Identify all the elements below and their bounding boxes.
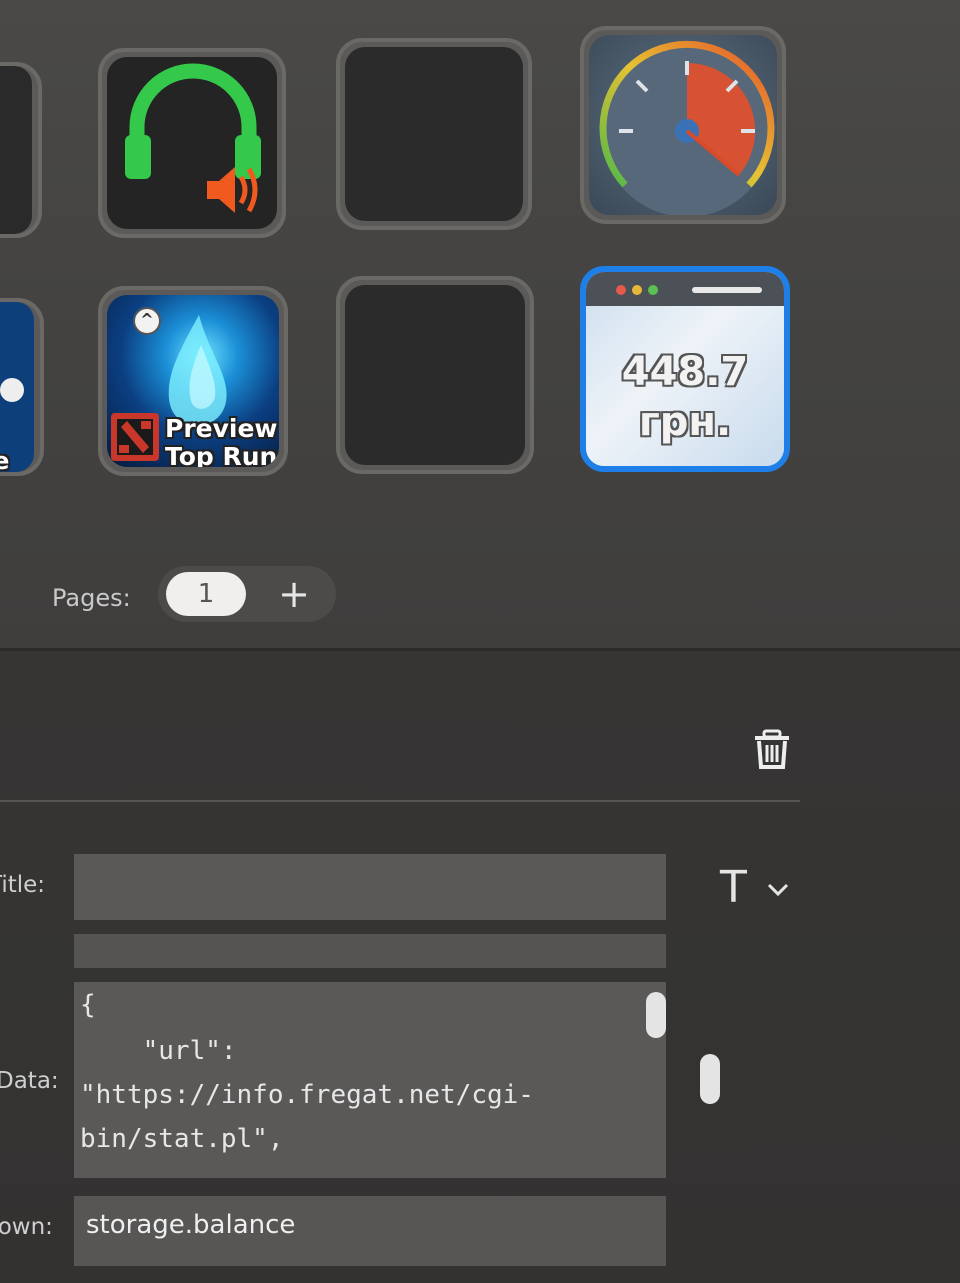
title-label: Title: xyxy=(0,872,46,898)
down-label: Down: xyxy=(0,1214,53,1240)
key-partial-bottom[interactable]: w ne xyxy=(0,298,44,476)
key-headset-switch[interactable] xyxy=(98,48,286,238)
data-line-3: "https://info.fregat.net/cgi- xyxy=(80,1080,534,1110)
title-secondary-field[interactable] xyxy=(74,934,666,968)
pages-label: Pages: xyxy=(52,584,131,612)
down-input[interactable]: storage.balance xyxy=(74,1196,666,1266)
title-input[interactable] xyxy=(74,854,666,920)
key-balance[interactable]: 448.7 грн. xyxy=(580,266,790,472)
collapse-icon: ^ xyxy=(133,307,161,335)
rune-key-label-1: Preview xyxy=(165,414,278,443)
key-gauge[interactable] xyxy=(580,26,786,224)
data-label: Data: xyxy=(0,1068,59,1094)
trash-icon xyxy=(755,729,789,769)
data-line-2: "url": xyxy=(80,1036,237,1066)
headset-icon xyxy=(125,63,261,213)
add-page-button[interactable]: + xyxy=(272,572,316,616)
title-type-button[interactable]: T xyxy=(720,862,800,918)
data-line-4: bin/stat.pl", xyxy=(80,1124,284,1154)
rune-key-label-2: Top Rune xyxy=(165,442,279,467)
inspector-scrollbar-thumb[interactable] xyxy=(700,1054,720,1104)
key-partial-top[interactable] xyxy=(0,62,42,238)
balance-amount: 448.7 xyxy=(621,349,749,395)
key-empty-2[interactable] xyxy=(336,276,534,474)
page-1-button[interactable]: 1 xyxy=(166,572,246,616)
inspector-divider xyxy=(0,800,800,802)
gauge-icon xyxy=(599,40,775,215)
partial-key-collapse-icon xyxy=(0,378,24,402)
data-scrollbar-thumb[interactable] xyxy=(646,992,666,1038)
balance-currency: грн. xyxy=(638,399,732,445)
chevron-down-icon xyxy=(767,883,789,897)
title-type-icon: T xyxy=(720,862,747,913)
window-titlebar xyxy=(586,272,784,306)
data-line-1: { xyxy=(80,990,96,1020)
delete-action-button[interactable] xyxy=(748,725,796,773)
dota-logo-icon xyxy=(111,413,159,461)
plus-icon: + xyxy=(278,572,310,616)
data-textarea[interactable]: { "url": "https://info.fregat.net/cgi- b… xyxy=(74,982,666,1178)
key-empty-1[interactable] xyxy=(336,38,532,230)
key-preview-top-rune[interactable]: ^ Preview Top Rune xyxy=(98,286,288,476)
down-value: storage.balance xyxy=(86,1210,296,1240)
key-grid-area: w ne xyxy=(0,0,960,650)
partial-key-label-2: ne xyxy=(0,448,9,473)
